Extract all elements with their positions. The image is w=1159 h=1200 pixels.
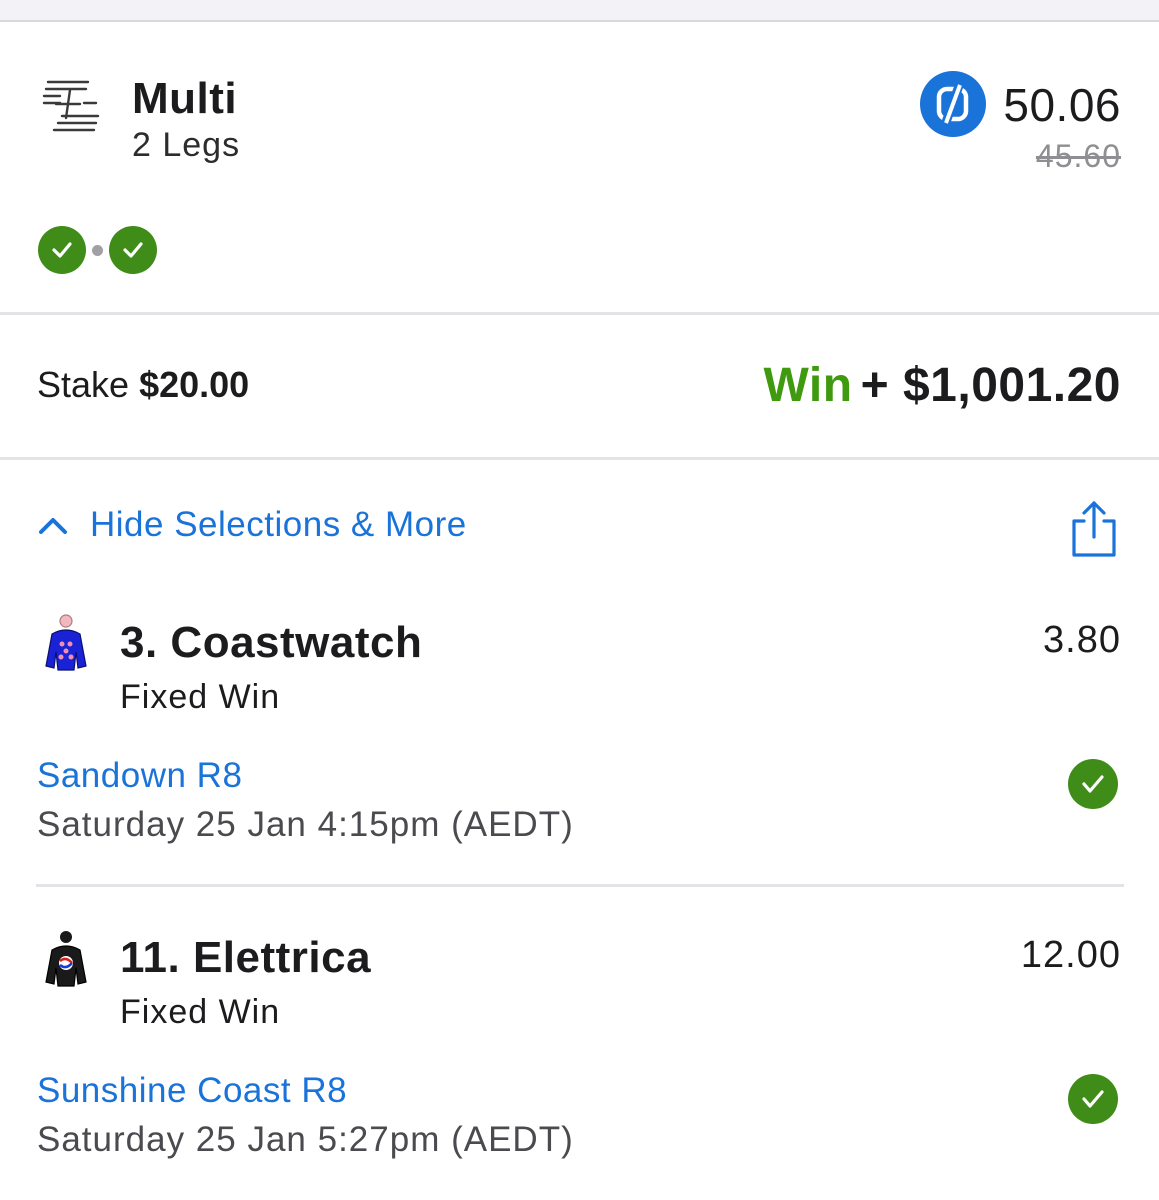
stake-label: Stake [37,364,130,405]
race-time: Saturday 25 Jan 5:27pm (AEDT) [37,1120,574,1159]
top-bar [0,0,1159,22]
stake-value: $20.00 [139,364,250,405]
win-label: Win [763,359,853,412]
jockey-silk-icon [45,931,87,987]
bet-title: Multi [132,74,238,123]
race-link[interactable]: Sandown R8 [37,756,242,796]
selection-name: 11. Elettrica [120,933,372,982]
original-odds: 45.60 [1035,138,1121,174]
race-link[interactable]: Sunshine Coast R8 [37,1071,347,1111]
legs-status-row [38,226,157,274]
leg-2-won-check-icon [109,226,157,274]
hide-selections-label: Hide Selections & More [90,505,467,544]
win-value: + $1,001.20 [860,359,1121,412]
selection-odds: 3.80 [1043,619,1121,661]
section-divider [0,312,1159,315]
boosted-odds: 50.06 [1003,79,1121,131]
chevron-up-icon [39,518,67,534]
share-icon[interactable] [1068,499,1120,559]
hide-selections-toggle[interactable]: Hide Selections & More [36,505,467,545]
jockey-silk-icon [45,614,87,671]
selection-won-check-icon [1068,1074,1118,1124]
stake-row: Stake $20.00 [37,364,249,406]
selection-divider [36,884,1124,887]
section-divider [0,457,1159,460]
selection-bet-type: Fixed Win [120,678,281,716]
leg-1-won-check-icon [38,226,86,274]
leg-connector-dot [92,244,103,256]
selection-odds: 12.00 [1020,934,1121,976]
win-row: Win + $1,001.20 [764,358,1121,413]
selection-name: 3. Coastwatch [120,618,423,667]
selection-bet-type: Fixed Win [120,993,281,1031]
multi-bet-icon [42,80,100,132]
legs-count: 2 Legs [132,126,241,164]
odds-boost-icon [920,71,986,137]
race-time: Saturday 25 Jan 4:15pm (AEDT) [37,805,574,844]
selection-won-check-icon [1068,759,1118,809]
